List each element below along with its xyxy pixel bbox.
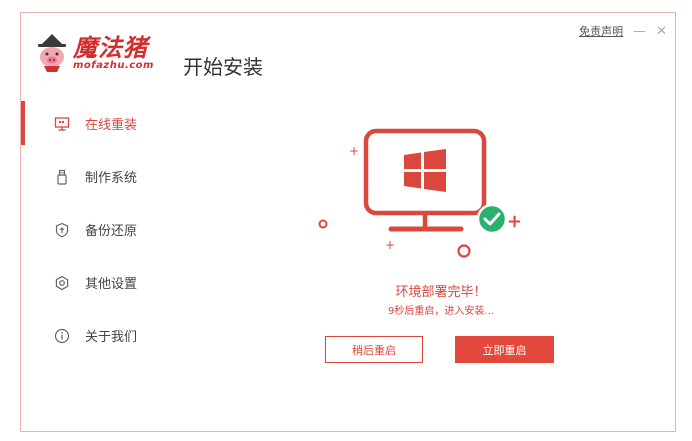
sidebar-item-label: 其他设置 <box>85 277 138 292</box>
install-complete-illustration: + + + <box>318 128 522 258</box>
brand-logo: 魔法猪 mofazhu.com <box>35 33 154 73</box>
minimize-button[interactable]: — <box>633 25 646 38</box>
sidebar-item-about-us[interactable]: 关于我们 <box>21 309 201 362</box>
disclaimer-link[interactable]: 免责声明 <box>579 23 623 39</box>
close-button[interactable]: ✕ <box>656 25 667 38</box>
window-controls: 免责声明 — ✕ <box>579 23 667 39</box>
info-icon <box>53 327 71 345</box>
sidebar-item-label: 在线重装 <box>85 118 138 133</box>
brand-name-en: mofazhu.com <box>73 59 154 71</box>
gear-icon <box>53 274 71 292</box>
installer-window: 魔法猪 mofazhu.com 开始安装 免责声明 — ✕ 在线重装 制作系统 … <box>20 12 676 432</box>
page-title: 开始安装 <box>183 55 263 79</box>
sidebar-item-label: 关于我们 <box>85 330 138 345</box>
sidebar-item-backup-restore[interactable]: 备份还原 <box>21 203 201 256</box>
svg-text:+: + <box>507 211 522 232</box>
backup-icon <box>53 221 71 239</box>
sidebar-item-online-reinstall[interactable]: 在线重装 <box>21 97 201 150</box>
restart-now-button[interactable]: 立即重启 <box>455 336 554 363</box>
brand-name-cn: 魔法猪 <box>73 32 148 62</box>
brand-wordmark: 魔法猪 mofazhu.com <box>73 32 154 71</box>
status-title: 环境部署完毕！ <box>395 285 487 300</box>
sidebar-item-label: 备份还原 <box>85 224 138 239</box>
sidebar-item-label: 制作系统 <box>85 171 138 186</box>
svg-text:+: + <box>385 238 395 252</box>
monitor-icon <box>53 115 71 133</box>
windows-logo-icon <box>404 149 446 192</box>
usb-icon <box>53 168 71 186</box>
svg-text:+: + <box>349 144 359 158</box>
check-circle-icon <box>476 203 508 235</box>
sidebar-item-other-settings[interactable]: 其他设置 <box>21 256 201 309</box>
mascot-icon <box>38 34 66 72</box>
restart-later-button[interactable]: 稍后重启 <box>325 336 423 363</box>
sidebar-item-make-system[interactable]: 制作系统 <box>21 150 201 203</box>
sidebar: 在线重装 制作系统 备份还原 其他设置 关于我们 <box>21 97 201 362</box>
restart-countdown: 9秒后重启，进入安装... <box>388 306 494 317</box>
